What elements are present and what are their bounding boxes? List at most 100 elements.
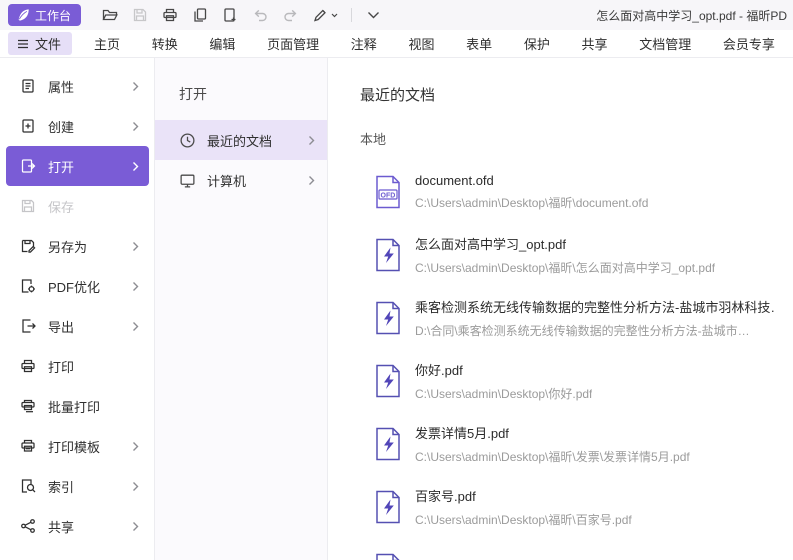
menu-tab-page-management[interactable]: 页面管理 [253,30,333,57]
file-menu-item-pdf-optimize[interactable]: PDF优化 [6,266,149,306]
local-section-label: 本地 [360,129,793,148]
recent-file-item[interactable]: 你好.pdf C:\Users\admin\Desktop\你好.pdf [374,349,774,412]
create-icon [20,118,36,134]
submenu-arrow-icon [308,135,315,146]
clock-icon [179,132,196,149]
recent-file-item[interactable]: 怎么面对高中学习_opt.pdf C:\Users\admin\Desktop\… [374,223,774,286]
print-icon [20,358,36,374]
batch-print-icon [20,398,36,414]
menu-tab-comment[interactable]: 注释 [337,30,391,57]
file-menu-item-batch-print[interactable]: 批量打印 [6,386,149,426]
pdf-file-icon [374,364,402,398]
file-menu-item-label: PDF优化 [48,277,100,296]
file-menu-item-create[interactable]: 创建 [6,106,149,146]
open-icon [20,158,36,174]
file-meta: 百家号.pdf C:\Users\admin\Desktop\福昕\百家号.pd… [415,486,632,528]
workspace-button[interactable]: 工作台 [8,4,81,26]
open-item-label: 最近的文档 [207,131,272,150]
file-name: 你好.pdf [415,360,592,379]
ofd-file-icon [374,175,402,209]
file-meta: 发票详情5月.pdf C:\Users\admin\Desktop\福昕\发票\… [415,423,690,465]
menu-tab-edit[interactable]: 编辑 [195,30,249,57]
menu-tabs: 主页 转换 编辑 页面管理 注释 视图 表单 保护 共享 文档管理 会员专享 [80,30,789,57]
submenu-arrow-icon [308,175,315,186]
titlebar: 工作台 [0,0,793,30]
open-item-recent-documents[interactable]: 最近的文档 [155,120,327,160]
print-icon[interactable] [155,3,185,27]
recent-file-item[interactable]: document.ofd C:\Users\admin\Desktop\福昕\d… [374,160,774,223]
file-meta: document.ofd C:\Users\admin\Desktop\福昕\d… [415,173,648,211]
file-menu-label: 文件 [35,34,61,53]
undo-icon[interactable] [245,3,275,27]
file-name: 怎么面对高中学习_opt.pdf [415,234,715,253]
recent-file-item[interactable]: 稿定素材-806381.pdf [374,538,774,560]
file-menu-item-print-template[interactable]: 打印模板 [6,426,149,466]
menu-tab-share[interactable]: 共享 [568,30,622,57]
recent-file-item[interactable]: 发票详情5月.pdf C:\Users\admin\Desktop\福昕\发票\… [374,412,774,475]
file-name: document.ofd [415,173,648,188]
submenu-arrow-icon [132,121,139,132]
export-icon [20,318,36,334]
file-meta: 乘客检测系统无线传输数据的完整性分析方法-盐城市羽林科技… D:\合同\乘客检测… [415,297,774,339]
submenu-arrow-icon [132,241,139,252]
document-title: 怎么面对高中学习_opt.pdf - 福昕PD [596,7,787,24]
quick-access-toolbar [95,3,388,27]
submenu-arrow-icon [132,321,139,332]
file-menu-item-share[interactable]: 共享 [6,506,149,546]
file-name: 乘客检测系统无线传输数据的完整性分析方法-盐城市羽林科技… [415,297,774,316]
file-path: C:\Users\admin\Desktop\福昕\发票\发票详情5月.pdf [415,448,690,465]
menu-tab-protect[interactable]: 保护 [510,30,564,57]
pen-tool-icon[interactable] [305,3,345,27]
file-menu-item-label: 打开 [48,157,74,176]
menu-tab-form[interactable]: 表单 [452,30,506,57]
submenu-arrow-icon [132,81,139,92]
menu-tab-member[interactable]: 会员专享 [709,30,789,57]
file-menu-button[interactable]: 文件 [8,32,72,55]
file-menu-sidebar: 属性 创建 打开 保存 [0,58,155,560]
menu-tab-document-management[interactable]: 文档管理 [625,30,705,57]
file-menu-item-label: 保存 [48,197,74,216]
menu-tab-home[interactable]: 主页 [80,30,134,57]
save-as-icon [20,238,36,254]
open-item-computer[interactable]: 计算机 [155,160,327,200]
file-menu-item-print[interactable]: 打印 [6,346,149,386]
file-menu-item-label: 批量打印 [48,397,100,416]
open-submenu-panel: 打开 最近的文档 计算机 [155,58,328,560]
save-icon[interactable] [125,3,155,27]
file-menu-item-properties[interactable]: 属性 [6,66,149,106]
properties-icon [20,78,36,94]
pdf-file-icon [374,301,402,335]
file-menu-panel: 属性 创建 打开 保存 [0,58,793,560]
new-from-file-icon[interactable] [215,3,245,27]
menu-tab-view[interactable]: 视图 [394,30,448,57]
submenu-arrow-icon [132,521,139,532]
submenu-arrow-icon [132,281,139,292]
file-meta: 你好.pdf C:\Users\admin\Desktop\你好.pdf [415,360,592,402]
open-file-icon[interactable] [95,3,125,27]
menu-tab-convert[interactable]: 转换 [138,30,192,57]
file-path: D:\合同\乘客检测系统无线传输数据的完整性分析方法-盐城市… [415,322,774,339]
recent-file-item[interactable]: 乘客检测系统无线传输数据的完整性分析方法-盐城市羽林科技… D:\合同\乘客检测… [374,286,774,349]
redo-icon[interactable] [275,3,305,27]
file-menu-item-open[interactable]: 打开 [6,146,149,186]
save-icon [20,198,36,214]
file-menu-item-export[interactable]: 导出 [6,306,149,346]
file-menu-item-index[interactable]: 索引 [6,466,149,506]
workspace-button-label: 工作台 [35,7,71,24]
open-item-label: 计算机 [207,171,246,190]
pdf-file-icon [374,238,402,272]
index-icon [20,478,36,494]
file-menu-item-save-as[interactable]: 另存为 [6,226,149,266]
pdf-file-icon [374,553,402,560]
file-name: 百家号.pdf [415,486,632,505]
recent-file-item[interactable]: 百家号.pdf C:\Users\admin\Desktop\福昕\百家号.pd… [374,475,774,538]
print-template-icon [20,438,36,454]
file-menu-item-save: 保存 [6,186,149,226]
toolbar-divider [351,8,352,22]
submenu-arrow-icon [132,441,139,452]
copy-icon[interactable] [185,3,215,27]
file-menu-item-label: 导出 [48,317,74,336]
file-menu-item-label: 打印 [48,357,74,376]
customize-toolbar-icon[interactable] [358,3,388,27]
recent-documents-panel: 最近的文档 本地 document.ofd C:\Users\admin\Des… [328,58,793,560]
